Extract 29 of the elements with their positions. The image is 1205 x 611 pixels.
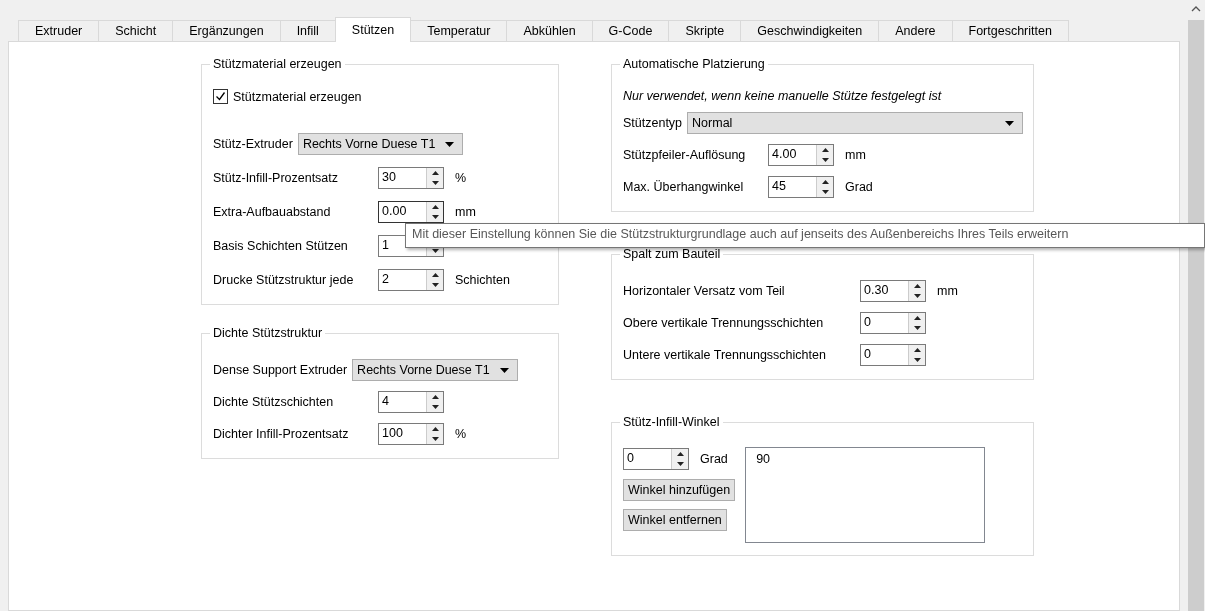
unit-label: mm bbox=[937, 284, 958, 298]
field-label: Untere vertikale Trennungsschichten bbox=[623, 348, 827, 362]
field-label: Drucke Stützstruktur jede bbox=[213, 273, 355, 287]
group-title: Stütz-Infill-Winkel bbox=[620, 415, 723, 429]
unit-label: Schichten bbox=[455, 273, 510, 287]
field-label: Stütz-Extruder bbox=[213, 137, 293, 151]
group-title: Automatische Platzierung bbox=[620, 57, 768, 71]
unit-label: % bbox=[455, 171, 467, 185]
field-label: Horizontaler Versatz vom Teil bbox=[623, 284, 786, 298]
unit-label: Grad bbox=[845, 180, 873, 194]
unit-label: % bbox=[455, 427, 467, 441]
group-title: Dichte Stützstruktur bbox=[210, 326, 326, 340]
hint-text: Nur verwendet, wenn keine manuelle Stütze festgelegt ist bbox=[623, 89, 943, 103]
field-label: Dichter Infill-Prozentsatz bbox=[213, 427, 350, 441]
tooltip: Mit dieser Einstellung können Sie die Stützstrukturgrundlage auch auf jenseits des Außenbereichs Ihres Teils erweitern bbox=[405, 223, 1205, 248]
unit-label: mm bbox=[845, 148, 866, 162]
field-label: Stütz-Infill-Prozentsatz bbox=[213, 171, 340, 185]
field-label: Basis Schichten Stützen bbox=[213, 239, 349, 253]
unit-label: Grad bbox=[700, 452, 728, 466]
field-label: Obere vertikale Trennungsschichten bbox=[623, 316, 825, 330]
field-label: Extra-Aufbauabstand bbox=[213, 205, 332, 219]
field-label: Stützpfeiler-Auflösung bbox=[623, 148, 747, 162]
field-label: Dichte Stützschichten bbox=[213, 395, 335, 409]
checkbox-label: Stützmaterial erzeugen bbox=[233, 89, 362, 104]
field-label: Max. Überhangwinkel bbox=[623, 180, 745, 194]
unit-label: mm bbox=[455, 205, 476, 219]
field-label: Dense Support Extruder bbox=[213, 363, 348, 377]
field-label: Stützentyp bbox=[623, 116, 683, 130]
group-title: Stützmaterial erzeugen bbox=[210, 57, 345, 71]
